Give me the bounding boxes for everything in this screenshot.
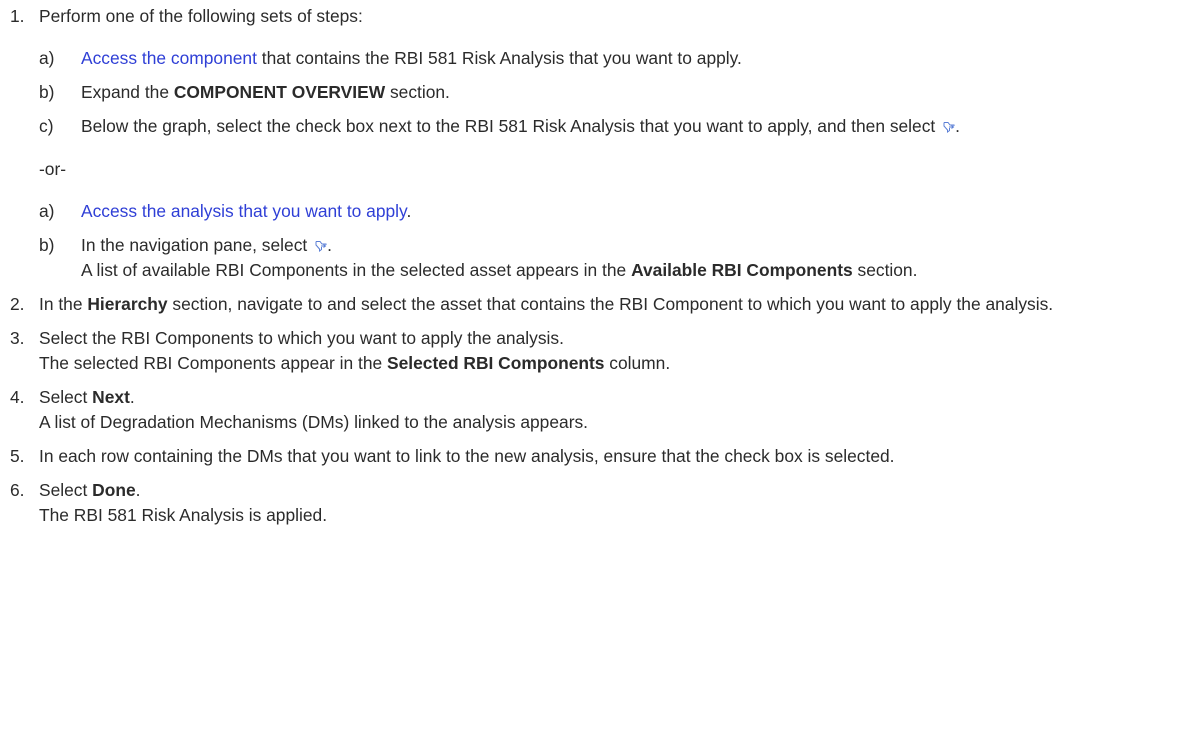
step-text: .	[135, 480, 141, 500]
step-4: 4. Select Next. A list of Degradation Me…	[0, 385, 1186, 435]
step-5: 5. In each row containing the DMs that y…	[0, 444, 1186, 469]
step-result: The RBI 581 Risk Analysis is applied.	[39, 505, 328, 525]
step-text: section, navigate to and select the asse…	[167, 294, 1054, 314]
substep-letter: c)	[39, 116, 54, 136]
substep-text: .	[406, 201, 412, 221]
apply-analysis-icon[interactable]	[943, 121, 955, 133]
step-result: The selected RBI Components appear in th…	[39, 351, 1186, 376]
substep-text: .	[955, 116, 960, 136]
selected-rbi-components-label: Selected RBI Components	[387, 353, 605, 373]
step-text: Select	[39, 387, 93, 407]
step-number: 2.	[10, 294, 25, 314]
step-number: 4.	[10, 387, 25, 407]
substep-letter: b)	[39, 235, 55, 255]
step-text: Select the RBI Components to which you w…	[39, 328, 564, 348]
substep-text: section.	[385, 82, 450, 102]
result-text: section.	[852, 260, 918, 280]
step-number: 5.	[10, 446, 25, 466]
next-label: Next	[92, 387, 130, 407]
substep-text: .	[327, 235, 332, 255]
substeps-set-a: a) Access the component that contains th…	[39, 46, 1186, 139]
step-number: 1.	[10, 6, 25, 26]
step-text: In each row containing the DMs that you …	[39, 446, 895, 466]
procedure: 1. Perform one of the following sets of …	[0, 4, 1186, 528]
step-3: 3. Select the RBI Components to which yo…	[0, 326, 1186, 376]
substep-letter: a)	[39, 201, 55, 221]
step-result: A list of Degradation Mechanisms (DMs) l…	[39, 412, 589, 432]
step-6: 6. Select Done. The RBI 581 Risk Analysi…	[0, 478, 1186, 528]
done-label: Done	[92, 480, 136, 500]
step-number: 3.	[10, 328, 25, 348]
result-text: The selected RBI Components appear in th…	[39, 353, 388, 373]
step-number: 6.	[10, 480, 25, 500]
substep-a: a) Access the component that contains th…	[39, 46, 1186, 71]
or-separator: -or-	[39, 159, 67, 179]
substep-c: c) Below the graph, select the check box…	[39, 114, 1186, 139]
substep-letter: a)	[39, 48, 55, 68]
substep-letter: b)	[39, 82, 55, 102]
step-2: 2. In the Hierarchy section, navigate to…	[0, 292, 1186, 317]
step-text: Select	[39, 480, 93, 500]
apply-analysis-icon[interactable]	[315, 240, 327, 252]
step-result: A list of available RBI Components in th…	[81, 258, 1186, 283]
step-text: Perform one of the following sets of ste…	[39, 6, 363, 26]
result-text: A list of available RBI Components in th…	[81, 260, 632, 280]
access-analysis-link[interactable]: Access the analysis that you want to app…	[81, 201, 406, 221]
substep-text: Expand the	[81, 82, 174, 102]
step-1: 1. Perform one of the following sets of …	[0, 4, 1186, 283]
substep-a: a) Access the analysis that you want to …	[39, 199, 1186, 224]
step-text: .	[129, 387, 135, 407]
substeps-set-b: a) Access the analysis that you want to …	[39, 199, 1186, 283]
result-text: column.	[604, 353, 671, 373]
substep-b: b) Expand the COMPONENT OVERVIEW section…	[39, 80, 1186, 105]
component-overview-label: COMPONENT OVERVIEW	[173, 82, 386, 102]
hierarchy-label: Hierarchy	[87, 294, 168, 314]
access-component-link[interactable]: Access the component	[81, 48, 257, 68]
substep-b: b) In the navigation pane, select . A li…	[39, 233, 1186, 283]
substep-text: that contains the RBI 581 Risk Analysis …	[256, 48, 742, 68]
substep-text: Below the graph, select the check box ne…	[81, 116, 936, 136]
step-text: In the	[39, 294, 88, 314]
substep-text: In the navigation pane, select	[81, 235, 308, 255]
available-rbi-components-label: Available RBI Components	[631, 260, 853, 280]
